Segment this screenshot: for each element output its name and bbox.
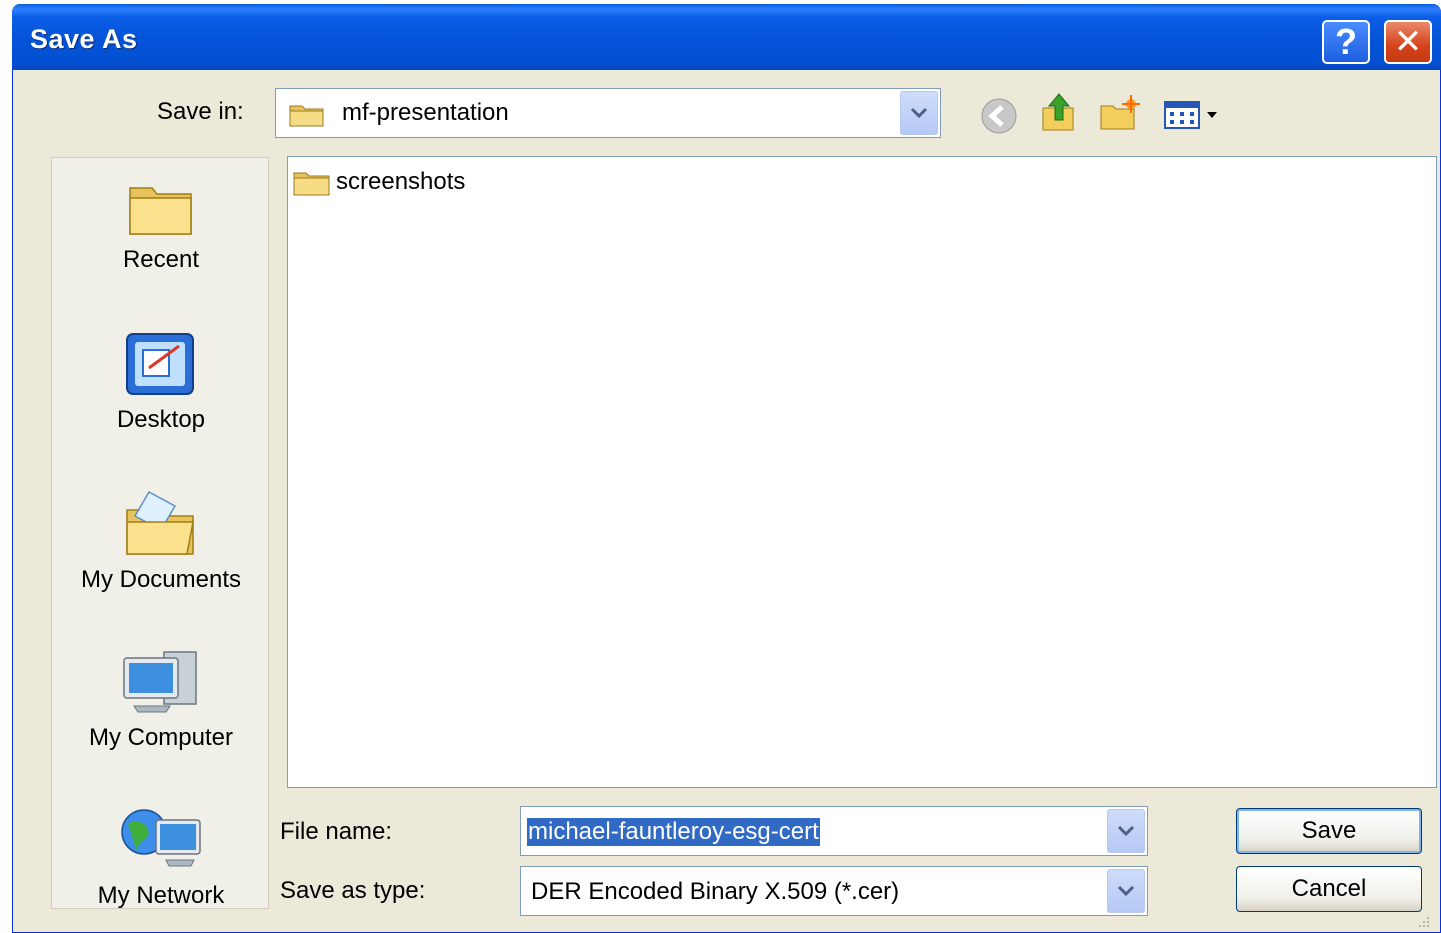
save-in-label: Save in:: [157, 98, 244, 125]
save-in-dropdown[interactable]: mf-presentation: [275, 88, 941, 138]
place-label: Desktop: [116, 406, 206, 433]
new-folder-icon[interactable]: [1097, 94, 1141, 134]
list-item[interactable]: screenshots: [292, 167, 465, 197]
file-name-label: File name:: [280, 818, 393, 845]
up-folder-icon[interactable]: [1037, 92, 1081, 132]
save-as-dialog: Save As ? ✕ Save in: mf-presentation Rec…: [12, 4, 1441, 933]
place-my-computer[interactable]: My Computer: [52, 646, 270, 752]
place-label: My Documents: [80, 566, 242, 593]
chevron-down-icon[interactable]: [900, 91, 938, 135]
place-recent[interactable]: Recent: [52, 178, 270, 274]
save-in-value: mf-presentation: [342, 99, 509, 126]
file-name-value: michael-fauntleroy-esg-cert: [527, 818, 820, 846]
close-button[interactable]: ✕: [1384, 20, 1432, 64]
place-label: Recent: [122, 246, 200, 273]
file-list[interactable]: screenshots: [287, 156, 1437, 788]
place-label: My Network: [97, 882, 225, 909]
save-as-type-dropdown[interactable]: DER Encoded Binary X.509 (*.cer): [520, 866, 1148, 916]
file-name: screenshots: [336, 168, 466, 195]
place-label: My Computer: [88, 724, 234, 751]
window-title: Save As: [30, 24, 138, 54]
places-bar: Recent Desktop My Documents My Computer …: [51, 157, 269, 909]
help-button[interactable]: ?: [1322, 20, 1370, 64]
resize-grip-icon[interactable]: [1415, 913, 1431, 929]
place-my-network[interactable]: My Network: [52, 804, 270, 910]
recent-folder-icon: [129, 187, 192, 235]
chevron-down-icon[interactable]: [1107, 809, 1145, 853]
save-as-type-value: DER Encoded Binary X.509 (*.cer): [531, 878, 900, 905]
cancel-button[interactable]: Cancel: [1236, 866, 1422, 912]
title-bar[interactable]: Save As ? ✕: [12, 4, 1441, 70]
my-network-icon: [121, 809, 201, 867]
view-menu-icon[interactable]: [1157, 94, 1227, 134]
chevron-down-icon[interactable]: [1107, 869, 1145, 913]
place-desktop[interactable]: Desktop: [52, 328, 270, 434]
desktop-icon: [126, 333, 194, 395]
my-computer-icon: [123, 651, 197, 713]
folder-icon: [293, 172, 330, 196]
back-icon[interactable]: [977, 96, 1021, 136]
save-as-type-label: Save as type:: [280, 877, 426, 904]
my-documents-icon: [126, 490, 194, 555]
save-button[interactable]: Save: [1236, 808, 1422, 854]
folder-icon: [289, 105, 324, 127]
file-name-field[interactable]: michael-fauntleroy-esg-cert: [520, 806, 1148, 856]
place-my-documents[interactable]: My Documents: [52, 486, 270, 594]
